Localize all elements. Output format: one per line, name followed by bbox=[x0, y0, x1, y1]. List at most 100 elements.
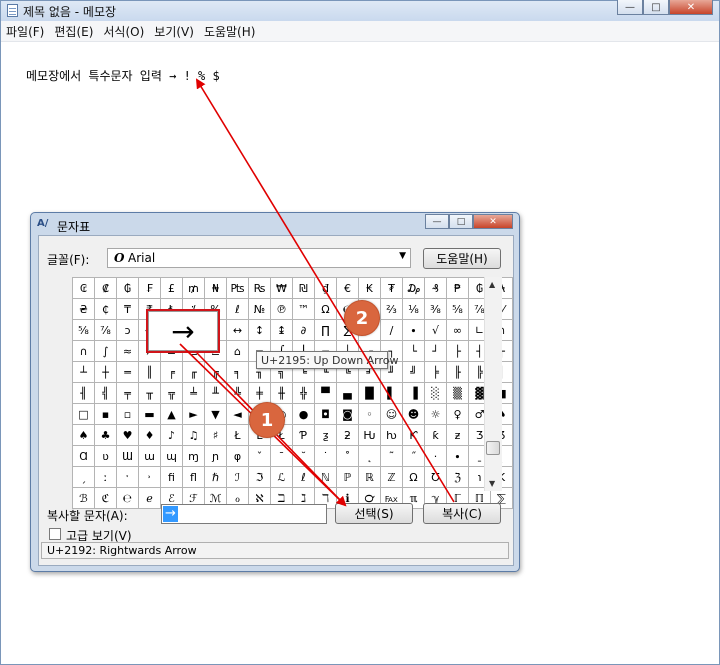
char-cell[interactable]: ˙ bbox=[314, 445, 337, 467]
char-cell[interactable]: √ bbox=[424, 319, 447, 341]
char-cell[interactable]: ɲ bbox=[204, 445, 227, 467]
char-cell[interactable]: ▐ bbox=[402, 382, 425, 404]
char-cell[interactable]: ▀ bbox=[314, 382, 337, 404]
char-cell[interactable]: ∩ bbox=[72, 340, 95, 362]
char-cell[interactable]: ▄ bbox=[336, 382, 359, 404]
char-cell[interactable]: ₦ bbox=[204, 277, 227, 299]
char-cell[interactable]: ₴ bbox=[72, 298, 95, 320]
char-cell[interactable]: ₵ bbox=[94, 298, 117, 320]
char-cell[interactable]: ♯ bbox=[204, 424, 227, 446]
char-cell[interactable]: ▲ bbox=[160, 403, 183, 425]
char-cell[interactable]: ƕ bbox=[380, 424, 403, 446]
char-cell[interactable]: ƙ bbox=[424, 424, 447, 446]
char-cell[interactable]: ☼ bbox=[424, 403, 447, 425]
char-cell[interactable]: Ɑ bbox=[72, 445, 95, 467]
char-cell[interactable]: ▫ bbox=[116, 403, 139, 425]
menu-format[interactable]: 서식(O) bbox=[98, 21, 149, 41]
char-cell[interactable]: ► bbox=[182, 403, 205, 425]
font-dropdown[interactable]: O Arial ▼ bbox=[107, 248, 411, 268]
char-cell[interactable]: ˛ bbox=[358, 445, 381, 467]
char-cell[interactable]: ℗ bbox=[270, 298, 293, 320]
char-cell[interactable]: ﬁ bbox=[160, 466, 183, 488]
char-cell[interactable]: € bbox=[336, 277, 359, 299]
notepad-titlebar[interactable]: 제목 없음 - 메모장 — □ ✕ bbox=[1, 0, 719, 21]
char-cell[interactable]: ╬ bbox=[292, 382, 315, 404]
char-cell[interactable]: □ bbox=[72, 403, 95, 425]
char-cell[interactable]: ℧ bbox=[424, 466, 447, 488]
char-cell[interactable]: ɯ bbox=[138, 445, 161, 467]
char-cell[interactable]: Ω bbox=[314, 298, 337, 320]
char-cell[interactable]: Ƙ bbox=[402, 424, 425, 446]
char-cell[interactable]: ₢ bbox=[72, 277, 95, 299]
close-button[interactable]: ✕ bbox=[669, 0, 713, 15]
char-cell[interactable]: ℨ bbox=[446, 466, 469, 488]
char-cell[interactable]: ˑ bbox=[116, 466, 139, 488]
char-cell[interactable]: ↕ bbox=[248, 319, 271, 341]
char-cell[interactable]: ˉ bbox=[270, 445, 293, 467]
notepad-text-area[interactable]: 메모장에서 특수문자 입력 → ! % $ bbox=[26, 67, 220, 84]
char-cell[interactable]: ═ bbox=[116, 361, 139, 383]
char-cell[interactable]: ₯ bbox=[402, 277, 425, 299]
char-cell[interactable]: ℏ bbox=[204, 466, 227, 488]
char-cell[interactable]: ℭ bbox=[94, 487, 117, 509]
char-cell[interactable]: ƶ bbox=[446, 424, 469, 446]
char-cell[interactable]: ≈ bbox=[116, 340, 139, 362]
minimize-button[interactable]: — bbox=[617, 0, 643, 15]
char-cell[interactable]: ♦ bbox=[138, 424, 161, 446]
scroll-thumb[interactable] bbox=[486, 441, 500, 455]
char-cell[interactable]: ℯ bbox=[138, 487, 161, 509]
charmap-titlebar[interactable]: A/ 문자표 — □ ✕ bbox=[31, 213, 519, 235]
char-cell[interactable]: ◘ bbox=[314, 403, 337, 425]
char-cell[interactable]: ⅝ bbox=[72, 319, 95, 341]
char-cell[interactable]: ₫ bbox=[314, 277, 337, 299]
char-cell[interactable]: ℑ bbox=[248, 466, 271, 488]
char-cell[interactable]: φ bbox=[226, 445, 249, 467]
char-cell[interactable]: ₭ bbox=[358, 277, 381, 299]
char-cell[interactable]: ₸ bbox=[116, 298, 139, 320]
char-cell[interactable]: ₨ bbox=[248, 277, 271, 299]
charmap-close-button[interactable]: ✕ bbox=[473, 214, 513, 229]
char-cell[interactable]: ™ bbox=[292, 298, 315, 320]
char-cell[interactable]: ╞ bbox=[424, 361, 447, 383]
char-cell[interactable]: ◦ bbox=[358, 403, 381, 425]
char-cell[interactable]: ₪ bbox=[292, 277, 315, 299]
char-cell[interactable]: ₲ bbox=[116, 277, 139, 299]
char-cell[interactable]: ⅝ bbox=[446, 298, 469, 320]
char-cell[interactable]: ▼ bbox=[204, 403, 227, 425]
char-cell[interactable]: ╒ bbox=[160, 361, 183, 383]
char-cell[interactable]: ⅛ bbox=[402, 298, 425, 320]
char-cell[interactable]: ╪ bbox=[248, 382, 271, 404]
char-cell[interactable]: ░ bbox=[424, 382, 447, 404]
advanced-view-checkbox[interactable] bbox=[49, 528, 61, 540]
char-cell[interactable]: ⅜ bbox=[424, 298, 447, 320]
char-cell[interactable]: ∙ bbox=[402, 319, 425, 341]
char-cell[interactable]: ╔ bbox=[204, 361, 227, 383]
char-cell[interactable]: ∫ bbox=[94, 340, 117, 362]
char-cell[interactable]: ⅔ bbox=[380, 298, 403, 320]
char-cell[interactable]: ₥ bbox=[182, 277, 205, 299]
charmap-maximize-button[interactable]: □ bbox=[449, 214, 473, 229]
char-cell[interactable]: ╕ bbox=[226, 361, 249, 383]
char-cell[interactable]: ˘ bbox=[292, 445, 315, 467]
char-cell[interactable]: ◙ bbox=[336, 403, 359, 425]
char-cell[interactable]: ˜ bbox=[380, 445, 403, 467]
char-cell[interactable]: ₣ bbox=[138, 277, 161, 299]
select-button[interactable]: 선택(S) bbox=[335, 503, 413, 524]
char-cell[interactable]: ↔ bbox=[226, 319, 249, 341]
char-cell[interactable]: ₧ bbox=[226, 277, 249, 299]
menu-view[interactable]: 보기(V) bbox=[149, 21, 199, 41]
char-cell[interactable]: ∏ bbox=[314, 319, 337, 341]
char-cell[interactable]: ː bbox=[94, 466, 117, 488]
char-cell[interactable]: ∙ bbox=[446, 445, 469, 467]
char-cell[interactable]: ├ bbox=[446, 340, 469, 362]
char-cell[interactable]: ╓ bbox=[182, 361, 205, 383]
char-cell[interactable]: ♀ bbox=[446, 403, 469, 425]
char-cell[interactable]: ℐ bbox=[226, 466, 249, 488]
char-cell[interactable]: ℤ bbox=[380, 466, 403, 488]
char-cell[interactable]: ₮ bbox=[380, 277, 403, 299]
char-cell[interactable]: ╦ bbox=[160, 382, 183, 404]
scroll-down-arrow-icon[interactable]: ▼ bbox=[489, 479, 495, 488]
char-cell[interactable]: ⅞ bbox=[94, 319, 117, 341]
char-cell[interactable]: ɰ bbox=[160, 445, 183, 467]
char-cell[interactable]: ┼ bbox=[94, 361, 117, 383]
